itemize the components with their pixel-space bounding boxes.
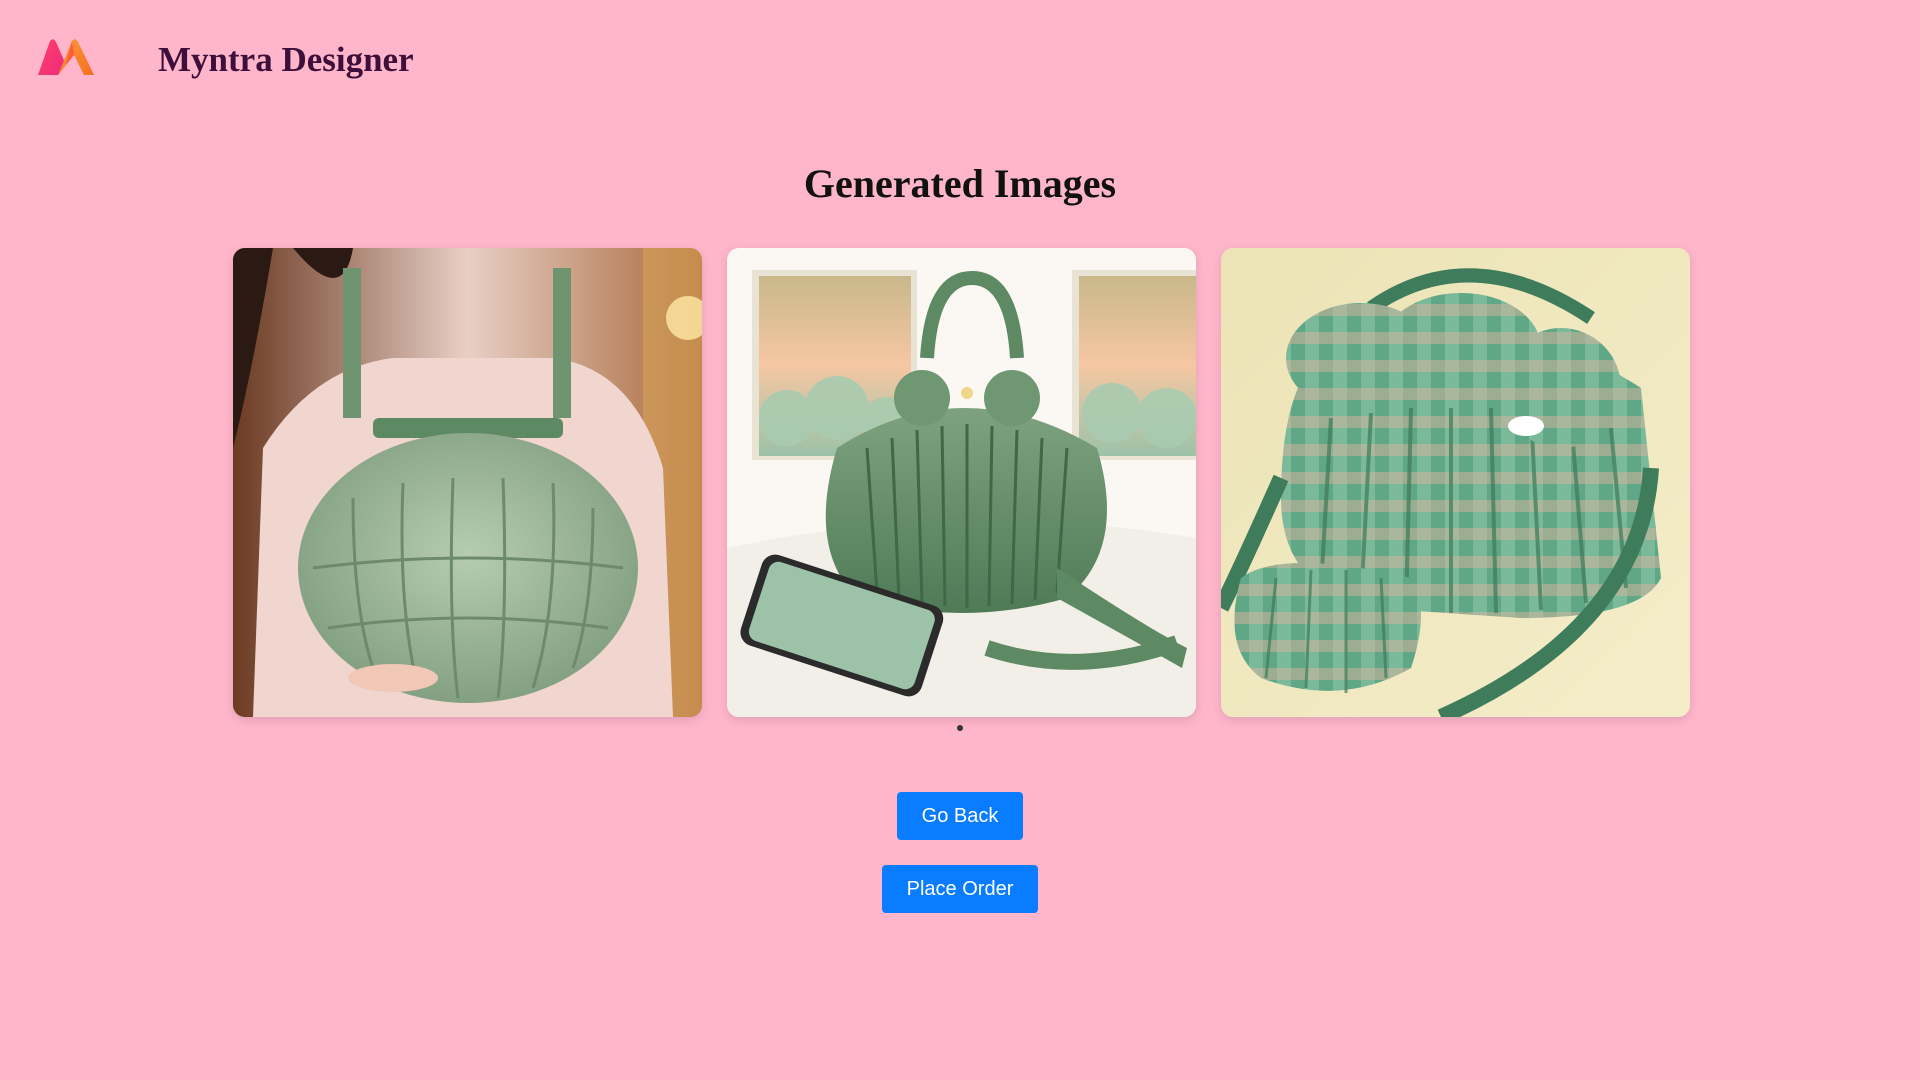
- green-plaid-puffy-crossbody-bag-image: [1221, 248, 1690, 717]
- generated-image-2[interactable]: [727, 248, 1196, 717]
- go-back-button[interactable]: Go Back: [897, 792, 1023, 840]
- carousel-dots: [0, 725, 1920, 731]
- green-pleated-handbag-with-phone-image: [727, 248, 1196, 717]
- generated-image-3[interactable]: [1221, 248, 1690, 717]
- myntra-logo-icon[interactable]: [36, 35, 96, 83]
- brand-title: Myntra Designer: [158, 39, 414, 79]
- image-gallery: [233, 248, 1690, 717]
- generated-image-1[interactable]: [233, 248, 702, 717]
- header: Myntra Designer: [36, 34, 414, 84]
- page-heading: Generated Images: [803, 161, 1117, 206]
- carousel-dot-active[interactable]: [957, 725, 963, 731]
- green-puffy-bag-worn-by-woman-image: [233, 248, 702, 717]
- place-order-button[interactable]: Place Order: [882, 865, 1038, 913]
